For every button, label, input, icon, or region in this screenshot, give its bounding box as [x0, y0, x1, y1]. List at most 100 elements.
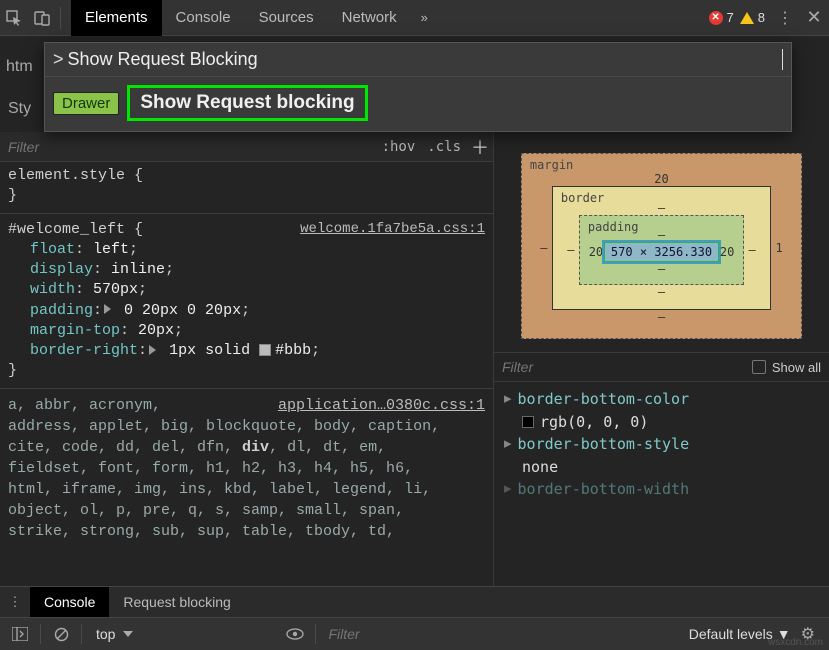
prop-display[interactable]: display: inline;: [8, 260, 485, 280]
expand-icon[interactable]: [149, 345, 156, 355]
prop-border-right[interactable]: border-right: 1px solid #bbb;: [8, 341, 485, 361]
prop-value: 0 20px 0 20px: [124, 302, 241, 319]
margin-right-val[interactable]: 1: [771, 241, 787, 255]
border-right-val[interactable]: –: [744, 243, 760, 257]
console-sidebar-toggle-icon[interactable]: [6, 621, 34, 647]
computed-prop-name: border-bottom-width: [518, 478, 690, 501]
selector-welcome-left: #welcome_left: [8, 221, 125, 238]
drawer-tab-request-blocking[interactable]: Request blocking: [109, 587, 244, 617]
prop-value: inline: [111, 261, 165, 278]
styles-content[interactable]: element.style { } welcome.1fa7be5a.css:1…: [0, 162, 493, 586]
user-agent-rule[interactable]: application…0380c.css:1 a, abbr, acronym…: [8, 395, 485, 542]
prop-value: 1px solid: [169, 342, 250, 359]
rule-source-link[interactable]: welcome.1fa7be5a.css:1: [300, 220, 485, 239]
margin-top-val[interactable]: 20: [536, 172, 787, 186]
prop-name: float: [30, 241, 75, 258]
warning-icon: [740, 12, 754, 24]
box-content-size[interactable]: 570 × 3256.330: [604, 242, 719, 262]
tab-elements[interactable]: Elements: [71, 0, 162, 36]
brace-close: }: [8, 362, 17, 379]
prop-name: padding: [30, 302, 93, 319]
padding-label: padding: [588, 220, 639, 234]
command-input[interactable]: [68, 49, 783, 70]
padding-right-val[interactable]: 20: [719, 245, 735, 259]
new-style-rule-icon[interactable]: ＋: [467, 134, 493, 160]
prop-width[interactable]: width: 570px;: [8, 280, 485, 300]
styles-pane: :hov .cls ＋ element.style { } welcome.1f…: [0, 132, 494, 586]
image-credit: wsxcdn.com: [768, 637, 823, 648]
computed-row[interactable]: ▸ border-bottom-style: [504, 433, 819, 456]
computed-filter-bar: Show all: [494, 352, 829, 382]
error-count-badge[interactable]: ✕ 7: [709, 10, 734, 25]
computed-pane: margin 20 – border – – padding –: [494, 132, 829, 586]
ua-source-link[interactable]: application…0380c.css:1: [278, 395, 485, 416]
padding-left-val[interactable]: 20: [588, 245, 604, 259]
computed-prop-value: rgb(0, 0, 0): [540, 411, 648, 434]
prop-margin-top[interactable]: margin-top: 20px;: [8, 321, 485, 341]
computed-value-row: rgb(0, 0, 0): [504, 411, 819, 434]
expand-icon[interactable]: ▸: [504, 388, 512, 411]
tab-console[interactable]: Console: [162, 0, 245, 36]
live-expression-icon[interactable]: [281, 621, 309, 647]
styles-tab-label[interactable]: Sty: [8, 100, 31, 118]
drawer-menu-icon[interactable]: ⋮: [0, 594, 30, 610]
margin-bottom-val[interactable]: –: [536, 310, 787, 324]
prop-value: left: [93, 241, 129, 258]
warning-count-badge[interactable]: 8: [740, 10, 765, 25]
expand-icon[interactable]: ▸: [504, 478, 512, 501]
prop-float[interactable]: float: left;: [8, 240, 485, 260]
computed-filter-input[interactable]: [502, 359, 752, 375]
expand-icon[interactable]: ▸: [504, 433, 512, 456]
command-result-row[interactable]: Drawer Show Request blocking: [45, 77, 791, 131]
ua-selector-list: a, abbr, acronym,address, applet, big, b…: [8, 395, 485, 542]
computed-list[interactable]: ▸ border-bottom-color rgb(0, 0, 0) ▸ bor…: [494, 382, 829, 507]
console-filter-input[interactable]: [322, 626, 516, 642]
hov-toggle[interactable]: :hov: [376, 137, 422, 157]
border-bottom-val[interactable]: –: [563, 285, 760, 299]
styles-filter-input[interactable]: [0, 139, 376, 155]
warning-count: 8: [758, 10, 765, 25]
context-selector[interactable]: top: [88, 626, 137, 642]
device-toggle-icon[interactable]: [28, 0, 56, 36]
chevron-down-icon: [123, 631, 133, 637]
color-value: #bbb: [275, 342, 311, 359]
command-menu: > Drawer Show Request blocking: [44, 42, 792, 132]
main-split: :hov .cls ＋ element.style { } welcome.1f…: [0, 132, 829, 586]
styles-filter-bar: :hov .cls ＋: [0, 132, 493, 162]
color-swatch-icon[interactable]: [259, 344, 271, 356]
cls-toggle[interactable]: .cls: [421, 137, 467, 157]
padding-bottom-val[interactable]: –: [588, 262, 735, 276]
settings-kebab-icon[interactable]: ⋮: [771, 8, 799, 28]
close-devtools-icon[interactable]: ✕: [799, 7, 829, 28]
element-style-rule[interactable]: element.style { }: [8, 166, 485, 207]
show-all-checkbox[interactable]: [752, 360, 766, 374]
computed-prop-name: border-bottom-style: [518, 433, 690, 456]
computed-prop-value: none: [522, 456, 558, 479]
breadcrumb-html[interactable]: htm: [6, 58, 33, 76]
show-all-label[interactable]: Show all: [772, 360, 821, 375]
separator: [40, 624, 41, 644]
welcome-left-rule[interactable]: welcome.1fa7be5a.css:1 #welcome_left { f…: [8, 220, 485, 382]
color-swatch-icon[interactable]: [522, 416, 534, 428]
border-label: border: [561, 191, 604, 205]
prop-padding[interactable]: padding: 0 20px 0 20px;: [8, 301, 485, 321]
box-model-diagram[interactable]: margin 20 – border – – padding –: [494, 132, 829, 352]
clear-console-icon[interactable]: [47, 621, 75, 647]
expand-icon[interactable]: [104, 304, 111, 314]
prop-name: margin-top: [30, 322, 120, 339]
border-left-val[interactable]: –: [563, 243, 579, 257]
computed-row[interactable]: ▸ border-bottom-width: [504, 478, 819, 501]
drawer-tab-console[interactable]: Console: [30, 587, 109, 617]
box-padding: padding – 20 570 × 3256.330 20 –: [579, 215, 744, 285]
drawer-tabs: ⋮ Console Request blocking: [0, 587, 829, 617]
margin-left-val[interactable]: –: [536, 241, 552, 255]
margin-label: margin: [530, 158, 573, 172]
tab-sources[interactable]: Sources: [245, 0, 328, 36]
inspect-icon[interactable]: [0, 0, 28, 36]
separator: [60, 7, 61, 29]
prop-value: 20px: [138, 322, 174, 339]
computed-row[interactable]: ▸ border-bottom-color: [504, 388, 819, 411]
error-count: 7: [727, 10, 734, 25]
tab-network[interactable]: Network: [328, 0, 411, 36]
more-tabs-icon[interactable]: »: [411, 10, 438, 25]
